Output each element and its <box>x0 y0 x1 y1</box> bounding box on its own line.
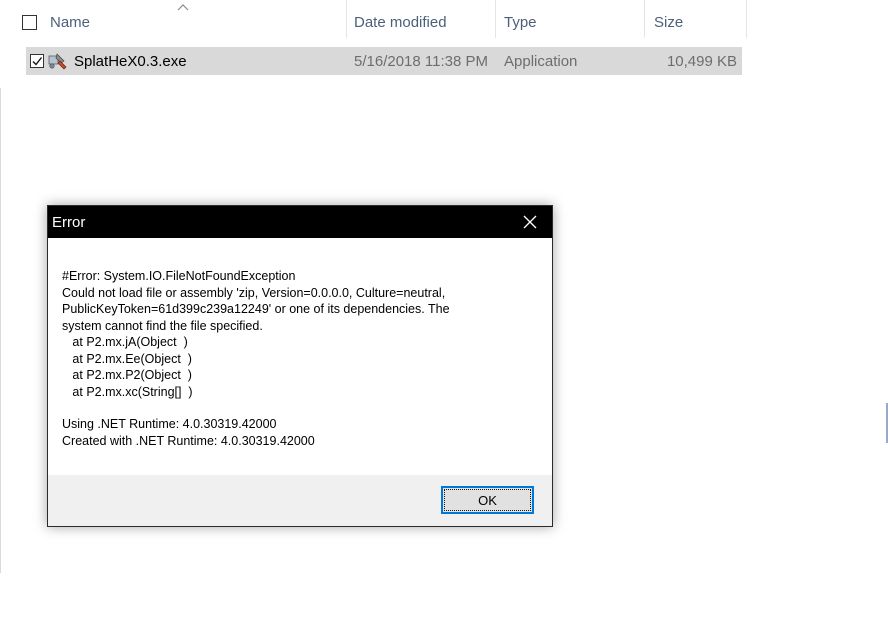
column-header-type-label: Type <box>504 14 537 31</box>
file-row-checkbox[interactable] <box>30 54 44 68</box>
dialog-title: Error <box>52 213 86 231</box>
error-message-line: system cannot find the file specified. <box>62 318 263 333</box>
dialog-button-bar: OK <box>48 475 552 526</box>
error-message-line: #Error: System.IO.FileNotFoundException <box>62 269 296 283</box>
column-divider[interactable] <box>746 0 747 38</box>
stack-trace-line: at P2.mx.jA(Object ) <box>62 335 188 349</box>
close-icon <box>523 215 537 229</box>
error-message-line: PublicKeyToken=61d399c239a12249' or one … <box>62 302 450 316</box>
dialog-titlebar[interactable]: Error <box>48 206 552 238</box>
column-header-date-modified[interactable]: Date modified <box>354 0 495 45</box>
select-all-checkbox[interactable] <box>22 15 37 30</box>
stack-trace-line: at P2.mx.P2(Object ) <box>62 368 192 382</box>
application-icon <box>48 53 67 70</box>
file-row[interactable]: SplatHeX0.3.exe 5/16/2018 11:38 PM Appli… <box>26 47 742 75</box>
file-date-modified: 5/16/2018 11:38 PM <box>354 52 488 70</box>
checkmark-icon <box>32 57 43 66</box>
column-divider[interactable] <box>644 0 645 38</box>
ok-button-label: OK <box>478 492 497 508</box>
column-header-size-label: Size <box>654 14 684 31</box>
error-message-line: Could not load file or assembly 'zip, Ve… <box>62 285 446 300</box>
explorer-window: Name Date modified Type Size SplatHeX0.3… <box>0 0 888 621</box>
column-header-name[interactable]: Name <box>50 0 346 45</box>
column-header-size[interactable]: Size <box>654 0 746 45</box>
stack-trace-line: at P2.mx.xc(String[] ) <box>62 384 193 399</box>
runtime-info-line: Created with .NET Runtime: 4.0.30319.420… <box>62 433 315 448</box>
column-divider[interactable] <box>346 0 347 38</box>
file-size: 10,499 KB <box>666 52 737 70</box>
dialog-close-button[interactable] <box>508 206 552 238</box>
column-header-date-label: Date modified <box>354 14 447 31</box>
column-header-name-label: Name <box>50 14 91 31</box>
runtime-info-line: Using .NET Runtime: 4.0.30319.42000 <box>62 417 277 431</box>
stack-trace-line: at P2.mx.Ee(Object ) <box>62 351 192 366</box>
column-header-row: Name Date modified Type Size <box>0 0 747 45</box>
left-border <box>0 88 1 573</box>
error-dialog: Error #Error: System.IO.FileNotFoundExce… <box>47 205 553 527</box>
ok-button[interactable]: OK <box>441 486 534 514</box>
file-type: Application <box>504 52 578 70</box>
message-spacer <box>62 400 542 416</box>
file-name[interactable]: SplatHeX0.3.exe <box>74 47 187 75</box>
column-divider[interactable] <box>495 0 496 38</box>
column-header-type[interactable]: Type <box>504 0 644 45</box>
error-message: #Error: System.IO.FileNotFoundException … <box>62 268 542 449</box>
